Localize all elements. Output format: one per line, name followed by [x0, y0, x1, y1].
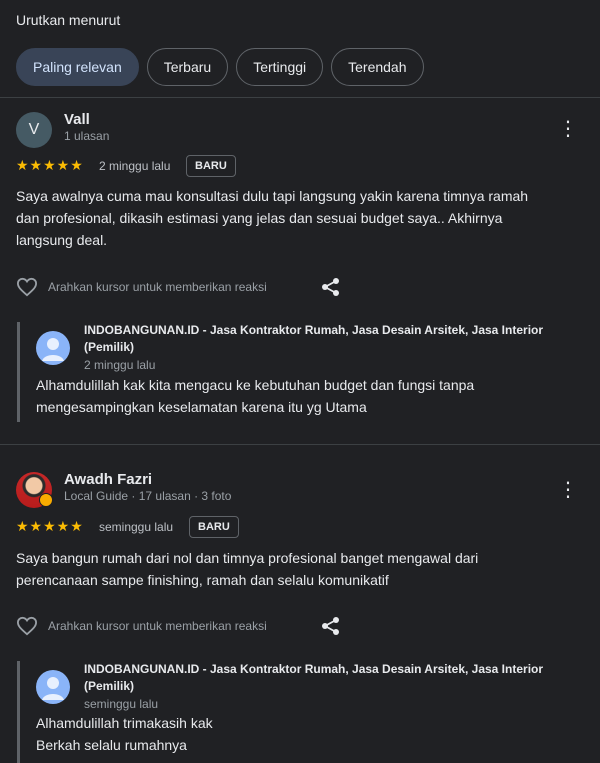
share-icon[interactable] — [321, 616, 341, 636]
rating-stars: ★★★★★ — [16, 518, 84, 534]
review-text-line: langsung deal. — [16, 232, 108, 248]
sort-chips: Paling relevan Terbaru Tertinggi Terenda… — [16, 48, 424, 86]
person-icon — [42, 338, 64, 361]
avatar[interactable]: V — [16, 112, 52, 148]
owner-name-line: (Pemilik) — [84, 679, 135, 693]
review-text-line: perencanaan sampe finishing, ramah dan s… — [16, 572, 389, 588]
review-text: Saya bangun rumah dari nol dan timnya pr… — [16, 547, 576, 591]
owner-avatar — [36, 331, 70, 365]
owner-reply-text: Alhamdulillah trimakasih kak Berkah sela… — [36, 712, 576, 756]
review-author[interactable]: Vall — [64, 111, 90, 128]
owner-reply-bar — [17, 322, 20, 422]
heart-icon[interactable] — [16, 277, 38, 297]
more-options-icon[interactable]: ⋮ — [558, 480, 578, 500]
review-text-line: Saya bangun rumah dari nol dan timnya pr… — [16, 550, 479, 566]
owner-reply-line: Alhamdulillah trimakasih kak — [36, 715, 213, 731]
review-author-meta: Local Guide · 17 ulasan · 3 foto — [64, 489, 232, 503]
review-date: 2 minggu lalu — [99, 159, 171, 173]
chip-most-relevant[interactable]: Paling relevan — [16, 48, 139, 86]
review-text-line: dan profesional, dikasih estimasi yang j… — [16, 210, 503, 226]
owner-reply-date: 2 minggu lalu — [84, 358, 156, 372]
sort-label: Urutkan menurut — [16, 12, 121, 28]
owner-avatar — [36, 670, 70, 704]
divider — [0, 97, 600, 98]
new-badge: BARU — [189, 516, 239, 538]
reaction-row: Arahkan kursor untuk memberikan reaksi — [16, 616, 267, 636]
review-author-meta: 1 ulasan — [64, 129, 110, 143]
owner-name-line: INDOBANGUNAN.ID - Jasa Kontraktor Rumah,… — [84, 662, 544, 676]
divider — [0, 444, 600, 445]
reaction-hint: Arahkan kursor untuk memberikan reaksi — [48, 619, 267, 633]
owner-name-line: (Pemilik) — [84, 340, 135, 354]
reaction-row: Arahkan kursor untuk memberikan reaksi — [16, 277, 267, 297]
review-text-line: Saya awalnya cuma mau konsultasi dulu ta… — [16, 188, 529, 204]
person-icon — [42, 677, 64, 700]
more-options-icon[interactable]: ⋮ — [558, 119, 578, 139]
heart-icon[interactable] — [16, 616, 38, 636]
review-date: seminggu lalu — [99, 520, 174, 534]
share-icon[interactable] — [321, 277, 341, 297]
chip-lowest[interactable]: Terendah — [331, 48, 424, 86]
review-text: Saya awalnya cuma mau konsultasi dulu ta… — [16, 185, 576, 251]
chip-newest[interactable]: Terbaru — [146, 48, 229, 86]
owner-reply-line: Berkah selalu rumahnya — [36, 737, 187, 753]
owner-reply-line: mengesampingkan keselamatan karena itu y… — [36, 399, 367, 415]
reaction-hint: Arahkan kursor untuk memberikan reaksi — [48, 280, 267, 294]
local-guide-badge-icon — [39, 493, 53, 507]
new-badge: BARU — [186, 155, 236, 177]
owner-name: INDOBANGUNAN.ID - Jasa Kontraktor Rumah,… — [84, 661, 574, 695]
review-author[interactable]: Awadh Fazri — [64, 471, 152, 488]
rating-stars: ★★★★★ — [16, 157, 84, 173]
chip-highest[interactable]: Tertinggi — [236, 48, 324, 86]
owner-name-line: INDOBANGUNAN.ID - Jasa Kontraktor Rumah,… — [84, 323, 544, 337]
owner-name: INDOBANGUNAN.ID - Jasa Kontraktor Rumah,… — [84, 322, 574, 356]
owner-reply-line: Alhamdulillah kak kita mengacu ke kebutu… — [36, 377, 475, 393]
owner-reply-bar — [17, 661, 20, 763]
owner-reply-date: seminggu lalu — [84, 697, 159, 711]
owner-reply-text: Alhamdulillah kak kita mengacu ke kebutu… — [36, 374, 576, 418]
